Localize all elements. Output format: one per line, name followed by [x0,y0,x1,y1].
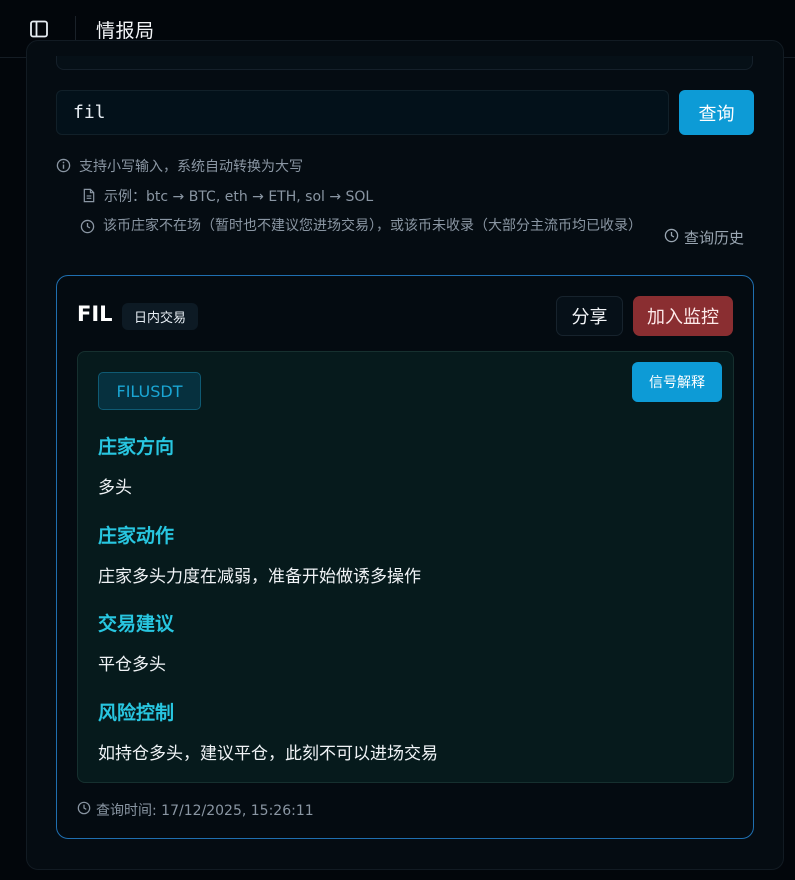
hint-lowercase-text: 支持小写输入，系统自动转换为大写 [79,159,303,175]
page-title: 情报局 [96,20,155,42]
coin-name: FIL [77,302,113,326]
share-button[interactable]: 分享 [556,296,623,336]
info-icon [56,158,71,177]
result-card: FIL 日内交易 分享 加入监控 FILUSDT 信号解释 庄家方向 多头 庄家… [56,275,754,839]
add-monitor-button[interactable]: 加入监控 [633,296,733,336]
section-body-action: 庄家多头力度在减弱，准备开始做诱多操作 [98,567,421,587]
section-title-risk: 风险控制 [98,702,175,724]
signal-explain-button[interactable]: 信号解释 [632,362,722,402]
section-title-action: 庄家动作 [98,525,175,547]
document-icon [82,188,96,207]
hint-lowercase: 支持小写输入，系统自动转换为大写 [56,156,303,177]
hint-notice: 该币庄家不在场（暂时也不建议您进场交易），或该币未收录（大部分主流币均已收录） [80,216,655,240]
section-title-direction: 庄家方向 [98,436,175,458]
section-body-risk: 如持仓多头，建议平仓，此刻不可以进场交易 [98,744,438,764]
hint-notice-text: 该币庄家不在场（暂时也不建议您进场交易），或该币未收录（大部分主流币均已收录） [103,218,642,234]
history-clock-icon [664,228,679,247]
query-history-label: 查询历史 [684,229,745,247]
time-clock-icon [77,801,91,819]
header-divider [75,16,76,42]
coin-search-input[interactable] [56,90,669,135]
previous-section-edge [56,56,753,70]
signal-panel: FILUSDT 信号解释 庄家方向 多头 庄家动作 庄家多头力度在减弱，准备开始… [77,351,734,783]
section-body-direction: 多头 [98,478,132,498]
section-title-advice: 交易建议 [98,613,175,635]
trade-mode-badge: 日内交易 [122,303,199,330]
section-body-advice: 平仓多头 [98,655,166,675]
query-button[interactable]: 查询 [679,90,754,135]
query-history-link[interactable]: 查询历史 [664,227,744,248]
sidebar-toggle-icon[interactable] [26,17,52,41]
symbol-badge: FILUSDT [98,372,201,410]
hint-example: 示例：btc → BTC, eth → ETH, sol → SOL [82,186,373,207]
query-time: 查询时间: 17/12/2025, 15:26:11 [77,800,314,820]
hint-example-text: 示例：btc → BTC, eth → ETH, sol → SOL [104,189,374,205]
clock-icon [80,219,95,240]
query-time-text: 查询时间: 17/12/2025, 15:26:11 [96,803,314,819]
